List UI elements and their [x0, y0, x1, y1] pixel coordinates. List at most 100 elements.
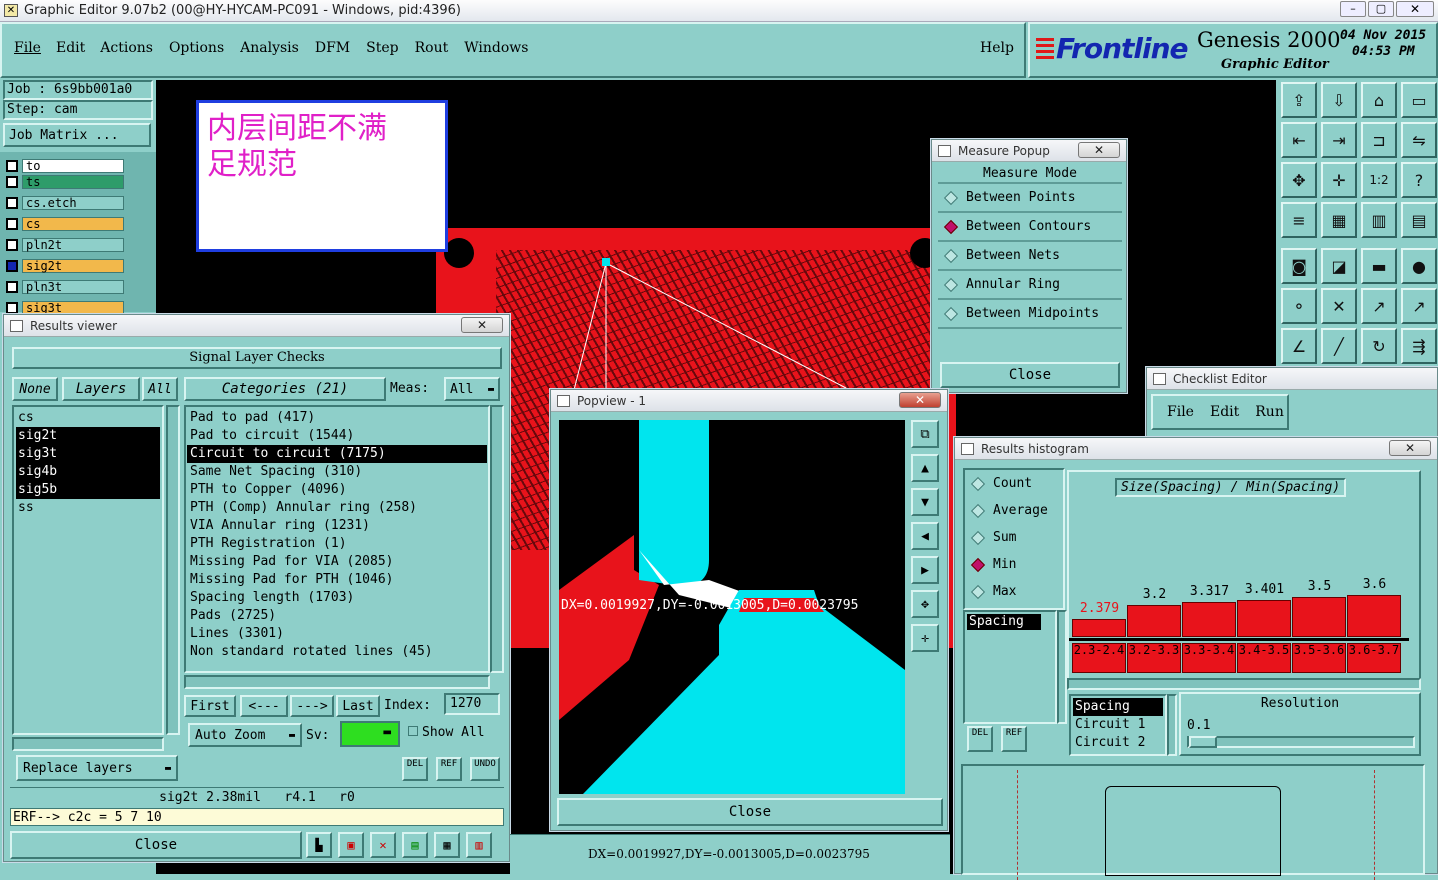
layer-name[interactable]: ts: [22, 175, 124, 189]
results-icon-1[interactable]: ▙: [306, 832, 332, 858]
replace-layers-select[interactable]: Replace layers ▬: [16, 755, 178, 781]
layer-checkbox[interactable]: [6, 197, 18, 209]
ruler-icon[interactable]: ▬: [1361, 248, 1397, 284]
menu-edit[interactable]: Edit: [56, 40, 85, 56]
popview-right-icon[interactable]: ▶: [911, 556, 939, 584]
popview-close-button[interactable]: Close: [557, 798, 943, 826]
histogram-bar[interactable]: [1292, 597, 1346, 637]
results-viewer-close-x[interactable]: ✕: [461, 317, 503, 333]
category-item[interactable]: Pad to pad (417): [187, 409, 487, 427]
filter-layers-button[interactable]: Layers: [62, 377, 140, 401]
histogram-hscrollbar[interactable]: [1067, 678, 1421, 690]
measure-list-scrollbar[interactable]: [1167, 694, 1177, 756]
snap-icon[interactable]: ▥: [1361, 202, 1397, 238]
measure-popup-close-x[interactable]: ✕: [1078, 142, 1120, 158]
measure-option[interactable]: Annular Ring: [938, 271, 1122, 300]
select-icon[interactable]: ◙: [1281, 248, 1317, 284]
help-icon[interactable]: ?: [1401, 162, 1437, 198]
menu-file[interactable]: File: [14, 40, 41, 56]
del-button[interactable]: DEL: [402, 757, 428, 781]
left-icon[interactable]: ⇤: [1281, 122, 1317, 158]
zoom-ratio-icon[interactable]: 1:2: [1361, 162, 1397, 198]
histogram-bar[interactable]: [1072, 619, 1126, 637]
layer-name[interactable]: sig2t: [22, 259, 124, 273]
stat-option[interactable]: Count: [965, 470, 1063, 497]
popview-home-icon[interactable]: ✛: [911, 624, 939, 652]
filter-none-button[interactable]: None: [12, 377, 58, 401]
pan-icon[interactable]: ✛: [1321, 162, 1357, 198]
menu-windows[interactable]: Windows: [464, 40, 528, 56]
first-button[interactable]: First: [184, 695, 236, 717]
maximize-button[interactable]: ▢: [1368, 1, 1394, 17]
layer-name[interactable]: sig3t: [22, 301, 124, 315]
layer-checkbox[interactable]: [6, 239, 18, 251]
result-layer-item[interactable]: sig2t: [16, 427, 160, 445]
prev-button[interactable]: <---: [240, 695, 288, 717]
histogram-bar[interactable]: [1182, 602, 1236, 637]
categories-vscrollbar[interactable]: [490, 405, 504, 673]
right-icon[interactable]: ⇥: [1321, 122, 1357, 158]
histogram-bar[interactable]: [1237, 599, 1291, 637]
layer-checkbox[interactable]: [6, 218, 18, 230]
measure-option[interactable]: Between Contours: [938, 213, 1122, 242]
layer-row-to[interactable]: to: [6, 158, 124, 174]
popview-down-icon[interactable]: ▼: [911, 488, 939, 516]
close-window-button[interactable]: ✕: [1396, 1, 1434, 17]
split-icon[interactable]: ⇶: [1401, 328, 1437, 364]
grid-icon[interactable]: ▦: [1321, 202, 1357, 238]
category-item[interactable]: Missing Pad for VIA (2085): [187, 553, 487, 571]
window-icon[interactable]: ▭: [1401, 82, 1437, 118]
layer-row-sig2t[interactable]: sig2t: [6, 258, 124, 274]
measure-close-button[interactable]: Close: [940, 362, 1120, 388]
cross-icon[interactable]: ✕: [1321, 288, 1357, 324]
menu-step[interactable]: Step: [366, 40, 398, 56]
menu-dfm[interactable]: DFM: [315, 40, 350, 56]
node-icon[interactable]: ⚬: [1281, 288, 1317, 324]
category-item[interactable]: Circuit to circuit (7175): [187, 445, 487, 463]
checklist-menu-edit[interactable]: Edit: [1210, 404, 1239, 420]
stat-option[interactable]: Sum: [965, 524, 1063, 551]
ref-button[interactable]: REF: [436, 757, 462, 781]
popview-close-x[interactable]: ✕: [899, 392, 941, 408]
popview-left-icon[interactable]: ◀: [911, 522, 939, 550]
minimize-button[interactable]: –: [1340, 1, 1366, 17]
results-icon-2[interactable]: ▣: [338, 832, 364, 858]
category-item[interactable]: PTH (Comp) Annular ring (258): [187, 499, 487, 517]
histogram-ref-button[interactable]: REF: [1001, 726, 1027, 752]
layer-name[interactable]: pln2t: [22, 238, 124, 252]
categories-list[interactable]: Pad to pad (417) Pad to circuit (1544) Cir…: [184, 405, 490, 673]
meas-select[interactable]: All ▬: [444, 377, 500, 401]
stat-option[interactable]: Min: [965, 551, 1063, 578]
layer-checkbox[interactable]: [6, 302, 18, 314]
category-item[interactable]: PTH to Copper (4096): [187, 481, 487, 499]
layer-name[interactable]: cs.etch: [22, 196, 124, 210]
layer-row-pln3t[interactable]: pln3t: [6, 279, 124, 295]
layer-row-cs[interactable]: cs: [6, 216, 124, 232]
layer-row-pln2t[interactable]: pln2t: [6, 237, 124, 253]
measure-option[interactable]: Between Points: [938, 184, 1122, 213]
category-item[interactable]: Lines (3301): [187, 625, 487, 643]
measure-option[interactable]: Between Nets: [938, 242, 1122, 271]
job-matrix-button[interactable]: Job Matrix ...: [3, 123, 151, 147]
measure-attribute-list[interactable]: Spacing Circuit 1 Circuit 2: [1069, 694, 1167, 756]
attribute-vscrollbar[interactable]: [1057, 610, 1067, 724]
layers-vscrollbar[interactable]: [166, 405, 180, 735]
menu-help[interactable]: Help: [980, 40, 1014, 56]
menu-actions[interactable]: Actions: [100, 40, 153, 56]
attribute-list[interactable]: Spacing: [963, 610, 1057, 724]
histogram-close-x[interactable]: ✕: [1389, 440, 1431, 456]
results-icon-5[interactable]: ▦: [434, 832, 460, 858]
menu-rout[interactable]: Rout: [415, 40, 449, 56]
popview-fit-icon[interactable]: ✥: [911, 590, 939, 618]
popview-up-icon[interactable]: ▲: [911, 454, 939, 482]
sv-color-select[interactable]: ▬: [340, 721, 400, 747]
layer-checkbox[interactable]: [6, 260, 18, 272]
measure-list-item[interactable]: Circuit 2: [1073, 734, 1163, 752]
result-layer-item[interactable]: sig4b: [16, 463, 160, 481]
auto-zoom-select[interactable]: Auto Zoom ▬: [188, 723, 302, 747]
measure-list-item[interactable]: Spacing: [1073, 698, 1163, 716]
result-layer-item[interactable]: sig3t: [16, 445, 160, 463]
layer-checkbox[interactable]: [6, 176, 18, 188]
measure-option[interactable]: Between Midpoints: [938, 300, 1122, 329]
filter-all-button[interactable]: All: [142, 377, 178, 401]
